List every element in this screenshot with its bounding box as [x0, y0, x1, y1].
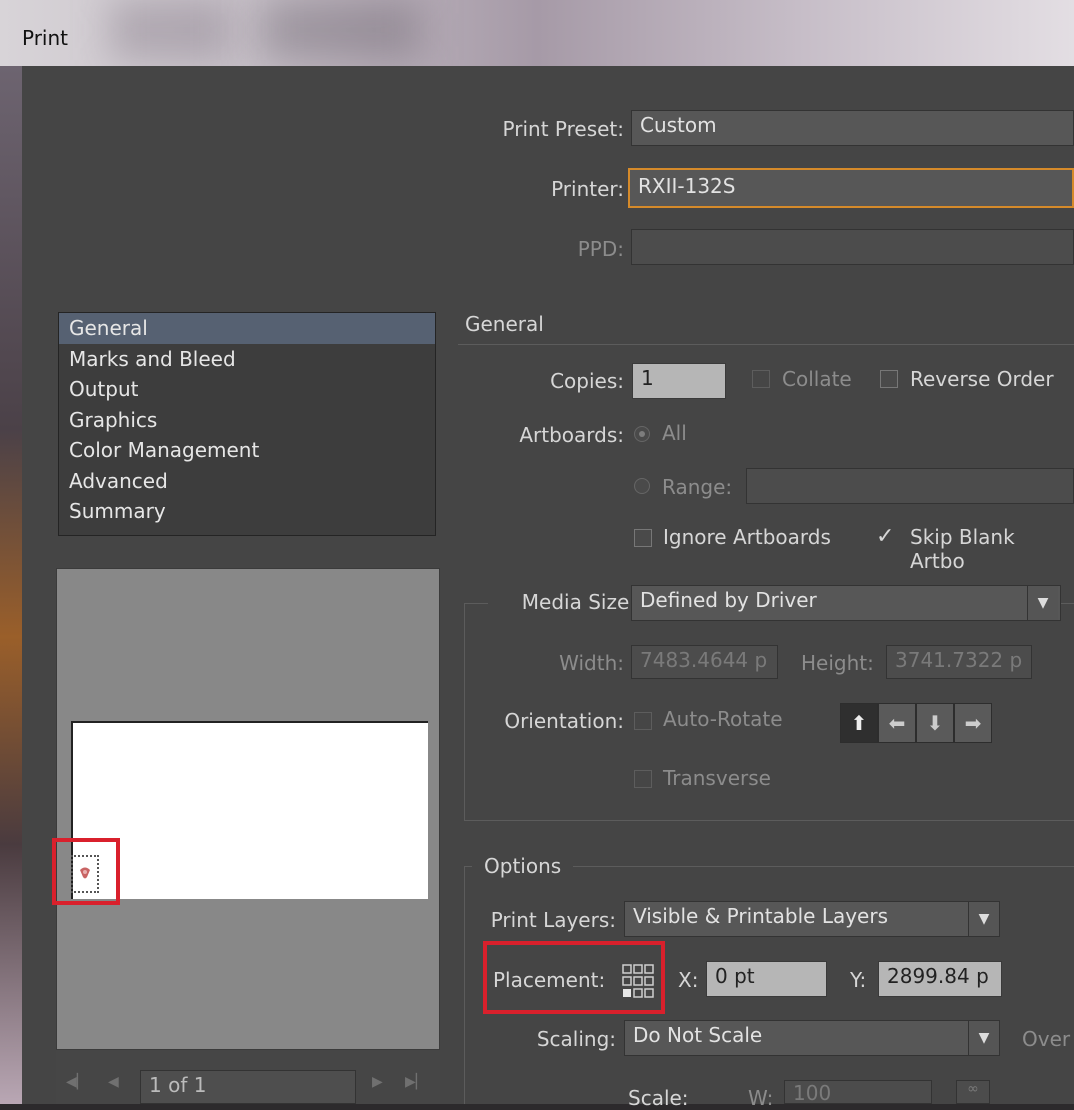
category-list: General Marks and Bleed Output Graphics …: [58, 312, 436, 536]
x-label: X:: [678, 968, 699, 992]
w-label: W:: [748, 1086, 774, 1110]
auto-rotate-label: Auto-Rotate: [663, 707, 783, 731]
window-frame: [0, 66, 22, 1104]
scaling-dropdown[interactable]: Do Not Scale: [624, 1020, 1000, 1056]
dropdown-arrow-icon[interactable]: ▼: [968, 902, 999, 936]
window-title: Print: [22, 26, 69, 50]
last-page-icon[interactable]: ▶▏: [405, 1074, 427, 1090]
media-size-dropdown[interactable]: Defined by Driver: [631, 585, 1061, 621]
artwork-highlight: [52, 838, 120, 905]
orientation-label: Orientation:: [504, 709, 624, 733]
auto-rotate-checkbox[interactable]: [634, 712, 652, 730]
dropdown-arrow-icon[interactable]: ▼: [968, 1021, 999, 1055]
general-divider: [458, 344, 1074, 345]
radio-dot: [639, 431, 645, 437]
constrain-icon[interactable]: ∞: [956, 1080, 990, 1104]
prev-page-icon[interactable]: ◀: [108, 1074, 119, 1090]
ppd-dropdown[interactable]: [631, 229, 1074, 265]
landscape-icon[interactable]: ⬅: [878, 703, 916, 743]
all-radio[interactable]: [634, 426, 650, 442]
printer-dropdown[interactable]: RXII-132S: [628, 168, 1074, 208]
title-bar[interactable]: Print: [0, 0, 1074, 66]
landscape-flipped-icon[interactable]: ➡: [954, 703, 992, 743]
portrait-icon[interactable]: ⬆: [840, 703, 878, 743]
copies-field[interactable]: 1: [632, 363, 726, 399]
category-item-output[interactable]: Output: [59, 374, 435, 405]
ignore-artboards-label: Ignore Artboards: [663, 525, 831, 549]
category-item-summary[interactable]: Summary: [59, 496, 435, 527]
overlap-label: Over: [1022, 1027, 1071, 1051]
print-layers-label: Print Layers:: [490, 908, 616, 932]
reverse-order-checkbox[interactable]: [880, 370, 898, 388]
media-size-label: Media Size:: [488, 590, 648, 614]
range-radio[interactable]: [634, 478, 650, 494]
width-field[interactable]: 7483.4644 p: [631, 645, 778, 679]
reverse-order-label: Reverse Order: [910, 367, 1054, 391]
portrait-flipped-icon[interactable]: ⬇: [916, 703, 954, 743]
collate-checkbox[interactable]: [752, 370, 770, 388]
category-item-advanced[interactable]: Advanced: [59, 466, 435, 497]
category-item-marks-and-bleed[interactable]: Marks and Bleed: [59, 344, 435, 375]
first-page-icon[interactable]: ◀▏: [66, 1074, 88, 1090]
range-label: Range:: [662, 475, 733, 499]
copies-label: Copies:: [550, 369, 624, 393]
scaling-label: Scaling:: [536, 1027, 616, 1051]
y-label: Y:: [850, 968, 867, 992]
print-preview: [56, 568, 440, 1050]
height-label: Height:: [801, 651, 874, 675]
print-preset-label: Print Preset:: [502, 117, 624, 141]
next-page-icon[interactable]: ▶: [372, 1074, 383, 1090]
range-field[interactable]: [746, 468, 1074, 504]
height-field[interactable]: 3741.7322 p: [886, 645, 1032, 679]
category-item-general[interactable]: General: [59, 313, 435, 344]
scale-w-field[interactable]: 100: [784, 1080, 932, 1104]
artboards-label: Artboards:: [519, 423, 624, 447]
print-preset-dropdown[interactable]: Custom: [631, 110, 1074, 146]
x-field[interactable]: 0 pt: [706, 961, 827, 997]
titlebar-blur: [260, 0, 420, 60]
ignore-artboards-checkbox[interactable]: [634, 529, 652, 547]
category-item-color-management[interactable]: Color Management: [59, 435, 435, 466]
print-layers-dropdown[interactable]: Visible & Printable Layers: [624, 901, 1000, 937]
checkmark-icon[interactable]: ✓: [876, 524, 894, 549]
options-heading: Options: [472, 854, 574, 878]
transverse-label: Transverse: [663, 766, 771, 790]
skip-blank-artboards-label: Skip Blank Artbo: [910, 525, 1015, 573]
page-field[interactable]: 1 of 1: [140, 1070, 356, 1104]
dropdown-arrow-icon[interactable]: ▼: [1027, 586, 1058, 620]
y-field[interactable]: 2899.84 p: [878, 961, 1002, 997]
collate-label: Collate: [782, 367, 852, 391]
placement-highlight: [483, 941, 665, 1014]
scale-label: Scale:: [628, 1086, 689, 1110]
all-label: All: [662, 421, 687, 445]
category-item-graphics[interactable]: Graphics: [59, 405, 435, 436]
width-label: Width:: [559, 651, 624, 675]
titlebar-blur: [110, 0, 230, 60]
preview-paper: [71, 721, 428, 899]
printer-label: Printer:: [551, 177, 624, 201]
ppd-label: PPD:: [577, 237, 624, 261]
general-heading: General: [465, 312, 544, 336]
transverse-checkbox[interactable]: [634, 770, 652, 788]
